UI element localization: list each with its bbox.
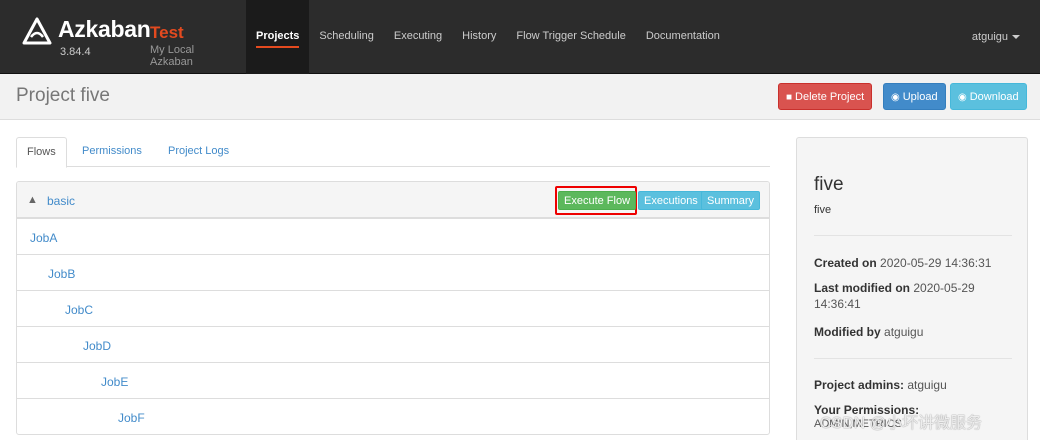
job-link-jobc[interactable]: JobC	[65, 303, 93, 317]
trash-icon: ■	[786, 92, 793, 103]
job-link-jobf[interactable]: JobF	[118, 411, 145, 425]
tab-project-logs[interactable]: Project Logs	[158, 137, 239, 168]
delete-project-button[interactable]: ■ Delete Project	[778, 83, 873, 110]
job-link-jobe[interactable]: JobE	[101, 375, 128, 389]
brand-name: Azkaban	[58, 16, 151, 42]
tab-permissions[interactable]: Permissions	[72, 137, 152, 168]
flow-header: ▲ basic Execute Flow Executions Summary	[17, 182, 769, 218]
summary-button[interactable]: Summary	[701, 191, 761, 210]
nav-item-history[interactable]: History	[452, 0, 506, 74]
created-on: Created on 2020-05-29 14:36:31	[814, 256, 992, 270]
job-row: JobC	[17, 290, 769, 326]
execute-flow-button[interactable]: Execute Flow	[558, 191, 637, 210]
nav-item-projects[interactable]: Projects	[246, 0, 310, 74]
project-tabs: Flows Permissions Project Logs	[16, 137, 770, 168]
modified-by: Modified by atguigu	[814, 325, 924, 339]
nav-item-flow-trigger-schedule[interactable]: Flow Trigger Schedule	[506, 0, 635, 74]
brand-env-label: Test	[150, 23, 184, 42]
page-title: Project five	[16, 85, 110, 106]
nav-item-scheduling[interactable]: Scheduling	[309, 0, 383, 74]
user-name: atguigu	[971, 31, 1008, 43]
divider	[814, 358, 1012, 359]
project-info-panel: five five Created on 2020-05-29 14:36:31…	[796, 137, 1028, 440]
flow-name-link[interactable]: basic	[47, 194, 75, 208]
job-row: JobF	[17, 398, 769, 434]
caret-down-icon	[1012, 35, 1020, 40]
chevron-up-icon[interactable]: ▲	[27, 194, 38, 206]
main-nav: Projects Scheduling Executing History Fl…	[246, 0, 730, 74]
download-circle-icon: ◉	[958, 92, 967, 103]
job-row: JobD	[17, 326, 769, 362]
nav-item-executing[interactable]: Executing	[384, 0, 452, 74]
nav-item-documentation[interactable]: Documentation	[636, 0, 730, 74]
job-link-joba[interactable]: JobA	[30, 231, 57, 245]
download-button[interactable]: ◉ Download	[950, 83, 1027, 110]
project-name: five	[814, 174, 844, 195]
user-menu[interactable]: atguigu	[972, 31, 1020, 43]
last-modified-on: Last modified on 2020-05-29 14:36:41	[814, 281, 975, 311]
project-admins: Project admins: atguigu	[814, 378, 947, 392]
tab-flows[interactable]: Flows	[16, 137, 67, 168]
brand-subtitle: My Local Azkaban	[150, 44, 195, 68]
brand-version: 3.84.4	[60, 46, 91, 58]
divider	[814, 235, 1012, 236]
upload-circle-icon: ◉	[891, 92, 900, 103]
flow-panel: ▲ basic Execute Flow Executions Summary …	[16, 181, 770, 435]
job-row: JobB	[17, 254, 769, 290]
job-link-jobb[interactable]: JobB	[48, 267, 75, 281]
watermark-text: CSDN @小坏讲微服务	[820, 415, 983, 432]
upload-button[interactable]: ◉ Upload	[883, 83, 946, 110]
brand[interactable]: Azkaban Test 3.84.4 My Local Azkaban	[22, 14, 237, 68]
job-row: JobE	[17, 362, 769, 398]
project-description: five	[814, 204, 832, 216]
top-navbar: Azkaban Test 3.84.4 My Local Azkaban Pro…	[0, 0, 1040, 74]
executions-button[interactable]: Executions	[638, 191, 704, 210]
azkaban-logo-icon	[22, 17, 52, 45]
job-link-jobd[interactable]: JobD	[83, 339, 111, 353]
job-row: JobA	[17, 218, 769, 254]
project-header: Project five ■ Delete Project ◉ Upload ◉ Do…	[0, 74, 1040, 120]
